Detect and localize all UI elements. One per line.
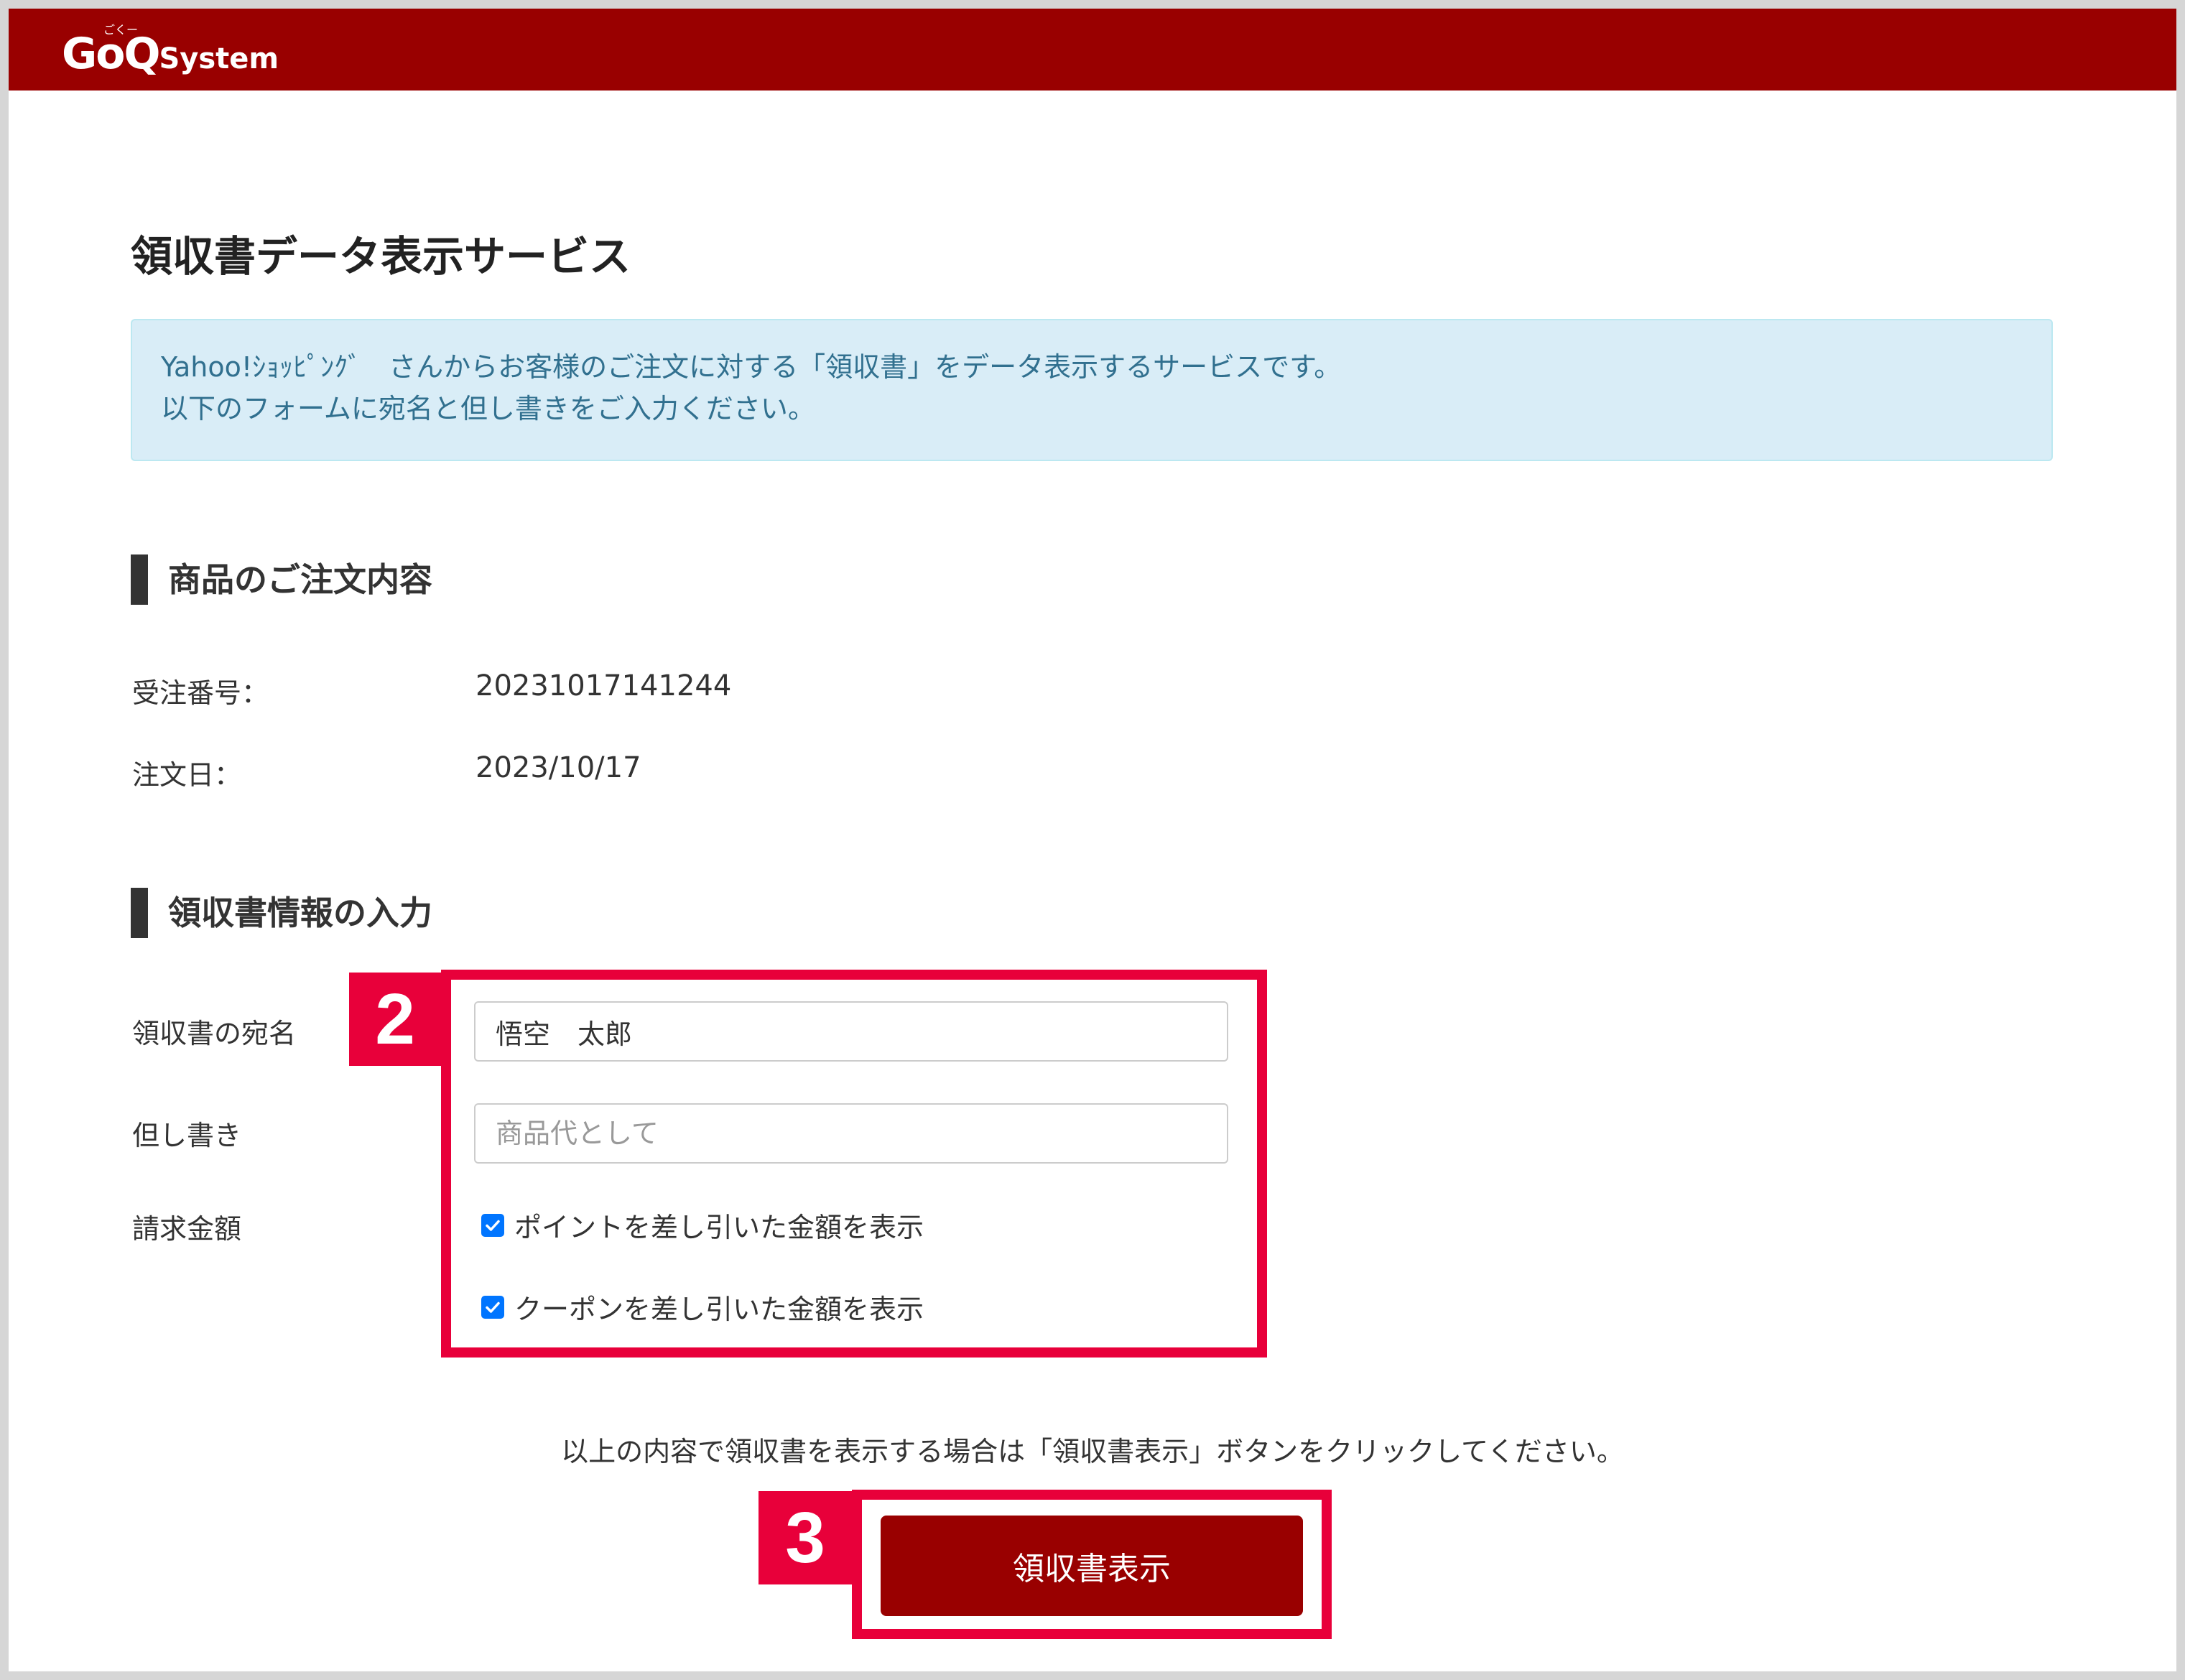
info-line-2: 以下のフォームに宛名と但し書きをご入力ください。 [161, 393, 815, 424]
submit-instruction: 以上の内容で領収書を表示する場合は「領収書表示」ボタンをクリックしてください。 [561, 1436, 1624, 1467]
info-line-1: Yahoo!ｼｮｯﾋﾟﾝｸﾞ さんからお客様のご注文に対する「領収書」をデータ表… [161, 351, 1342, 383]
page-title: 領収書データ表示サービス [131, 232, 631, 281]
order-date-label: 注文日： [132, 759, 242, 791]
step-2-badge: 2 [349, 973, 441, 1066]
order-number-label: 受注番号： [132, 677, 269, 709]
addressee-label: 領収書の宛名 [132, 1018, 297, 1049]
step-3-badge: 3 [759, 1491, 852, 1584]
goq-system-logo[interactable]: ごくー GoQSystem [62, 23, 279, 79]
step-2-highlight-box [441, 970, 1267, 1358]
logo-sub-text: System [159, 42, 279, 75]
amount-label: 請求金額 [132, 1213, 242, 1245]
show-receipt-button[interactable]: 領収書表示 [881, 1516, 1303, 1616]
app-header: ごくー GoQSystem [9, 9, 2176, 91]
info-alert: Yahoo!ｼｮｯﾋﾟﾝｸﾞ さんからお客様のご注文に対する「領収書」をデータ表… [131, 319, 2053, 461]
order-date-value: 2023/10/17 [475, 751, 641, 784]
logo-ruby: ごくー [103, 23, 139, 37]
memo-label: 但し書き [132, 1120, 242, 1151]
receipt-section-title: 領収書情報の入力 [131, 888, 432, 938]
order-section-title: 商品のご注文内容 [131, 554, 432, 605]
order-number-value: 20231017141244 [475, 669, 732, 702]
